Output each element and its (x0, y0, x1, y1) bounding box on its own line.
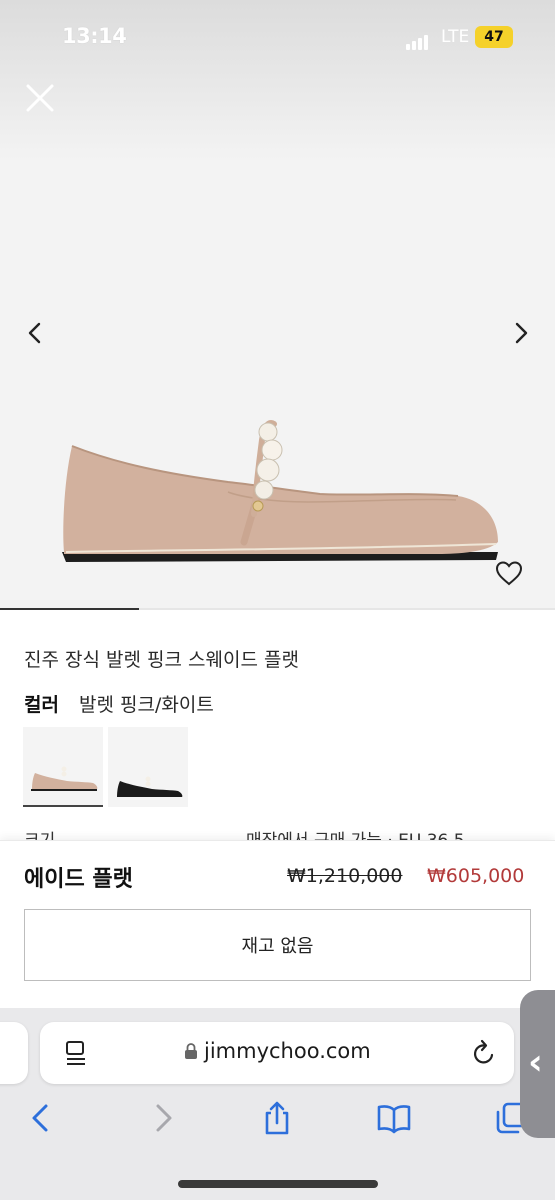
back-icon[interactable] (24, 1100, 60, 1136)
swatch-black-image (117, 776, 183, 797)
product-details: 진주 장식 발렛 핑크 스웨이드 플랫 컬러 발렛 핑크/화이트 크기 매장에서… (0, 610, 555, 851)
url-text: jimmychoo.com (204, 1039, 371, 1063)
home-indicator (178, 1180, 378, 1188)
side-drawer-handle[interactable]: ‹ (520, 990, 555, 1138)
forward-icon[interactable] (144, 1100, 180, 1136)
status-time: 13:14 (62, 24, 127, 48)
color-swatch-pink[interactable] (23, 727, 103, 807)
purchase-bar: 에이드 플랫 ₩1,210,000 ₩605,000 재고 없음 (0, 840, 555, 1010)
url-display[interactable]: jimmychoo.com (184, 1039, 371, 1063)
chevron-left-icon: ‹ (528, 1042, 543, 1083)
product-page: 13:14 LTE 47 진주 장식 발렛 핑크 스웨이드 플랫 컬러 발렛 핑… (0, 0, 555, 1200)
battery-indicator: 47 (475, 26, 513, 48)
product-name: 에이드 플랫 (24, 867, 133, 892)
color-label: 컬러 (24, 694, 59, 716)
browser-toolbar: jimmychoo.com (0, 1008, 555, 1200)
reload-icon[interactable] (470, 1038, 498, 1068)
swatch-pink-image (31, 766, 98, 791)
share-icon[interactable] (259, 1100, 295, 1136)
color-swatch-black[interactable] (108, 727, 188, 807)
lock-icon (185, 1043, 197, 1059)
color-value: 발렛 핑크/화이트 (79, 694, 214, 716)
heart-icon[interactable] (494, 559, 524, 587)
product-shoe-image (62, 420, 499, 562)
chevron-left-icon[interactable] (20, 318, 50, 348)
original-price: ₩1,210,000 (287, 865, 403, 887)
sale-price: ₩605,000 (427, 865, 525, 887)
reader-icon[interactable] (64, 1039, 88, 1067)
network-label: LTE (441, 27, 470, 47)
bookmarks-icon[interactable] (376, 1100, 412, 1136)
signal-icon (406, 31, 430, 50)
previous-tab-pill[interactable] (0, 1022, 28, 1084)
color-row: 컬러 발렛 핑크/화이트 (24, 690, 214, 717)
chevron-right-icon[interactable] (506, 318, 536, 348)
product-image-carousel[interactable] (0, 0, 555, 610)
address-bar[interactable]: jimmychoo.com (40, 1022, 514, 1084)
status-bar: 13:14 LTE 47 (0, 0, 555, 72)
close-icon[interactable] (20, 78, 60, 118)
out-of-stock-button[interactable]: 재고 없음 (24, 909, 531, 981)
product-title: 진주 장식 발렛 핑크 스웨이드 플랫 (24, 649, 299, 671)
